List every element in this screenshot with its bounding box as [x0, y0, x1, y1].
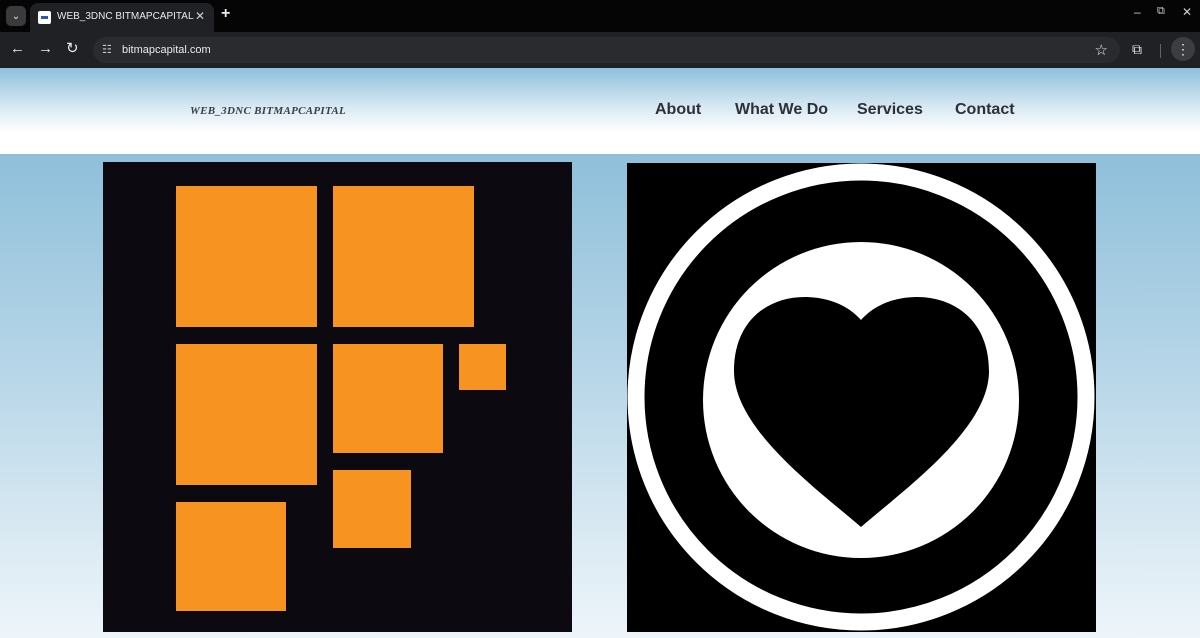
- hero-section: [0, 154, 1200, 638]
- heart-in-circle-image: [627, 163, 1096, 632]
- site-brand[interactable]: WEB_3DNC BITMAPCAPITAL: [190, 105, 346, 117]
- restore-window-icon[interactable]: ⧉: [1157, 5, 1165, 18]
- address-bar[interactable]: ☷ bitmapcapital.com ☆: [93, 37, 1120, 63]
- site-favicon-icon: [38, 11, 51, 24]
- url-text[interactable]: bitmapcapital.com: [122, 44, 211, 56]
- nav-link-services[interactable]: Services: [857, 101, 923, 119]
- browser-toolbar: ← → ↻ ☷ bitmapcapital.com ☆ ⧉ ⋮: [0, 32, 1200, 68]
- back-arrow-icon[interactable]: ←: [10, 41, 25, 57]
- browser-tab[interactable]: WEB_3DNC BITMAPCAPITAL ✕: [30, 3, 214, 32]
- logo-square: [176, 186, 317, 327]
- nav-link-about[interactable]: About: [655, 101, 701, 119]
- bitmap-squares-logo-image: [103, 162, 572, 632]
- logo-square: [333, 344, 443, 453]
- nav-link-contact[interactable]: Contact: [955, 101, 1015, 119]
- heart-circle-icon: [627, 163, 1095, 631]
- logo-square: [176, 344, 317, 485]
- browser-menu-icon[interactable]: ⋮: [1171, 37, 1195, 61]
- close-window-icon[interactable]: ✕: [1182, 5, 1192, 19]
- logo-square: [459, 344, 506, 390]
- toolbar-divider: [1160, 44, 1161, 58]
- new-tab-plus-icon[interactable]: +: [221, 5, 230, 23]
- bookmark-star-icon[interactable]: ☆: [1095, 41, 1108, 59]
- tab-list-chevron-icon[interactable]: ⌄: [6, 6, 26, 26]
- logo-square: [176, 502, 286, 611]
- extensions-puzzle-icon[interactable]: ⧉: [1132, 41, 1142, 58]
- tab-title: WEB_3DNC BITMAPCAPITAL: [57, 11, 194, 22]
- site-header: WEB_3DNC BITMAPCAPITAL About What We Do …: [0, 68, 1200, 154]
- nav-link-what-we-do[interactable]: What We Do: [735, 101, 828, 119]
- logo-square: [333, 470, 411, 548]
- logo-square: [333, 186, 474, 327]
- minimize-icon[interactable]: –: [1134, 5, 1141, 19]
- forward-arrow-icon[interactable]: →: [38, 41, 53, 57]
- tab-close-icon[interactable]: ✕: [195, 9, 205, 23]
- site-info-icon[interactable]: ☷: [102, 43, 112, 56]
- reload-icon[interactable]: ↻: [66, 41, 79, 57]
- browser-tab-bar: ⌄ WEB_3DNC BITMAPCAPITAL ✕ + – ⧉ ✕: [0, 0, 1200, 32]
